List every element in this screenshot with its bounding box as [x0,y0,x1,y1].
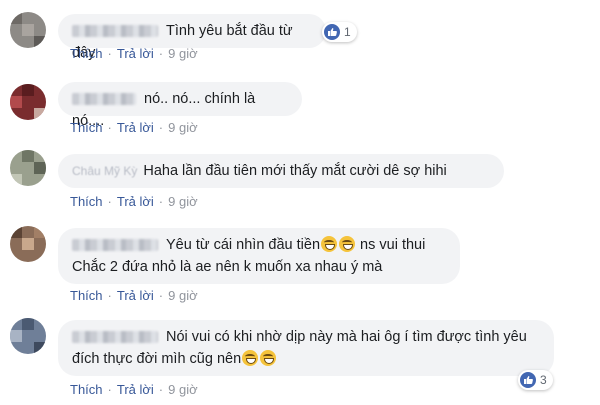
reaction-count: 3 [540,373,547,387]
comment-actions: Thích · Trả lời · 9 giờ [70,46,198,61]
comment-actions: Thích · Trả lời · 9 giờ [70,120,198,135]
avatar[interactable] [10,150,46,186]
reaction-badge[interactable]: 3 [518,370,553,390]
reaction-badge[interactable]: 1 [322,22,357,42]
timestamp[interactable]: 9 giờ [168,382,198,397]
timestamp[interactable]: 9 giờ [168,288,198,303]
comment-text-line-2: Chắc 2 đứa nhỏ là ae nên k muốn xa nhau … [72,259,383,275]
comment-bubble: Yêu từ cái nhìn đầu tiền ns vui thui Chắ… [58,228,460,284]
timestamp[interactable]: 9 giờ [168,46,198,61]
comment-bubble: Châu Mỹ Kỳ Haha lần đầu tiên mới thấy mắt… [58,154,504,188]
like-thumb-icon [324,24,340,40]
like-link[interactable]: Thích [70,382,103,397]
reply-link[interactable]: Trả lời [117,46,154,61]
grinning-sweat-emoji-icon [242,350,259,366]
avatar[interactable] [10,12,46,48]
author-name[interactable] [72,25,158,38]
timestamp[interactable]: 9 giờ [168,120,198,135]
avatar[interactable] [10,318,46,354]
comment-text-line-1-tail: ns vui thui [360,237,426,253]
comment-actions: Thích · Trả lời · 9 giờ [70,382,198,397]
comment-bubble: nó.. nó... chính là nó.... [58,82,302,129]
reply-link[interactable]: Trả lời [117,120,154,135]
author-name[interactable] [72,331,158,344]
like-link[interactable]: Thích [70,288,103,303]
comment-actions: Thích · Trả lời · 9 giờ [70,288,198,303]
comment-text: Haha lần đầu tiên mới thấy mắt cười dê s… [143,163,447,179]
timestamp[interactable]: 9 giờ [168,194,198,209]
like-link[interactable]: Thích [70,46,103,61]
reaction-count: 1 [344,25,351,39]
author-name[interactable]: Châu Mỹ Kỳ [72,164,137,178]
avatar[interactable] [10,226,46,262]
comment-bubble: Nói vui có khi nhờ dịp này mà hai ôg í t… [58,320,554,376]
reply-link[interactable]: Trả lời [117,382,154,397]
grinning-sweat-emoji-icon [339,236,356,252]
comment-text-line-2: đích thực đời mìh cũg nên [72,351,242,367]
author-name[interactable] [72,93,136,106]
grinning-sweat-emoji-icon [260,350,277,366]
comment-bubble: Tình yêu bắt đầu từ đây [58,14,326,61]
like-link[interactable]: Thích [70,120,103,135]
comment-text-line-1: Yêu từ cái nhìn đầu tiền [166,237,321,253]
grinning-sweat-emoji-icon [321,236,338,252]
reply-link[interactable]: Trả lời [117,194,154,209]
author-name[interactable] [72,239,158,252]
reply-link[interactable]: Trả lời [117,288,154,303]
like-thumb-icon [520,372,536,388]
comment-text-line-1: Nói vui có khi nhờ dịp này mà hai ôg í t… [166,329,527,345]
avatar[interactable] [10,84,46,120]
comment-actions: Thích · Trả lời · 9 giờ [70,194,198,209]
like-link[interactable]: Thích [70,194,103,209]
